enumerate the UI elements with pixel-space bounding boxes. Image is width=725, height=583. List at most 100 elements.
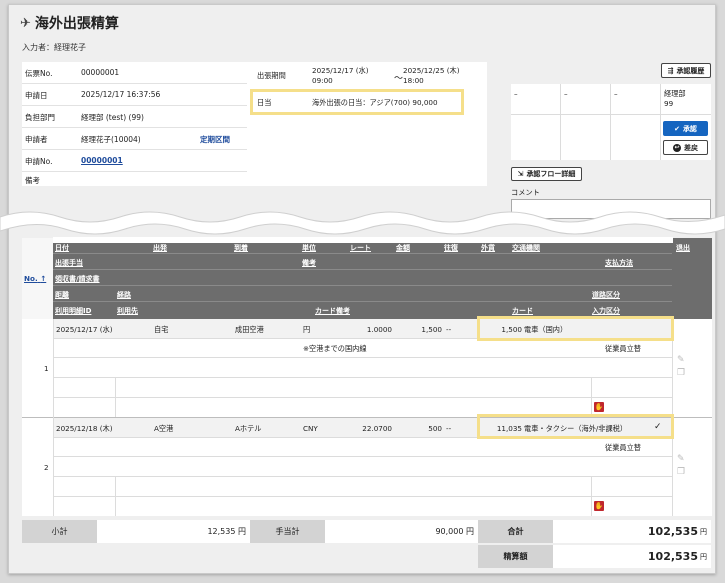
hdr-note[interactable]: 備考 [302, 258, 316, 268]
approval-history-label: 承認履歴 [676, 66, 705, 75]
edit-pencil-icon[interactable]: ✎ [677, 355, 685, 365]
copy-icon[interactable]: ❐ [677, 368, 685, 378]
period-label: 出張期間 [257, 71, 286, 80]
flow-icon: ⇲ [517, 170, 524, 178]
approve-button[interactable]: ✔ 承認 [663, 121, 708, 136]
settlement-amount: 102,535 [647, 550, 698, 563]
receipt-stamp-icon[interactable]: ✋ [594, 501, 604, 511]
hdr-round[interactable]: 往復 [444, 243, 458, 253]
approver-3: – [614, 89, 618, 98]
hdr-rate[interactable]: レート [350, 243, 371, 253]
approve-label: 承認 [682, 124, 697, 133]
airplane-icon: ✈ [20, 15, 31, 31]
row2-unit: CNY [303, 424, 318, 433]
hdr-receipt[interactable]: 領収書/請求書 [55, 274, 100, 284]
row1-rate: 1.0000 [366, 325, 392, 334]
period-start: 2025/12/17 (水) [312, 66, 369, 75]
sort-up-icon: ↑ [40, 274, 47, 283]
row-line [53, 476, 672, 477]
row2-amount: 500 [428, 424, 442, 433]
row1-unit: 円 [303, 325, 311, 334]
return-icon: ↩ [673, 143, 681, 152]
row2-payment: 従業員立替 [605, 443, 641, 452]
hdr-detail-id[interactable]: 利用明細ID [55, 306, 91, 316]
info-value: 2025/12/17 16:37:56 [81, 90, 161, 99]
grid-line [660, 84, 661, 160]
period-separator: ～ [394, 74, 404, 84]
info-key: 申請No. [25, 157, 53, 166]
row-line [53, 456, 672, 457]
hdr-card-note[interactable]: カード備考 [315, 306, 350, 316]
info-key: 負担部門 [25, 113, 55, 122]
title-text: 海外出張精算 [34, 16, 119, 32]
allowance-label: 日当 [257, 98, 272, 107]
subtotal-label: 小計 [22, 520, 97, 543]
approver-2: – [564, 89, 568, 98]
hdr-card[interactable]: カード [512, 306, 533, 316]
hdr-foreign[interactable]: 外貨 [481, 243, 495, 253]
info-value: 経理部 (test) (99) [81, 113, 144, 122]
total-unit: 円 [700, 527, 707, 536]
approval-flow-label: 承認フロー詳細 [526, 170, 576, 178]
row-line [53, 397, 672, 398]
row2-total: 11,035 [496, 424, 522, 433]
hdr-distance[interactable]: 距離 [55, 290, 69, 300]
hdr-allowance[interactable]: 出張手当 [55, 258, 83, 268]
hdr-date[interactable]: 日付 [55, 243, 69, 253]
row1-round: -- [446, 325, 452, 334]
info-value: 経理花子(10004) [81, 135, 141, 144]
settlement-label: 精算額 [478, 545, 553, 568]
allowance-total-value: 90,000 円 [325, 520, 478, 543]
hdr-payment[interactable]: 支払方法 [605, 258, 633, 268]
approval-flow-button[interactable]: ⇲ 承認フロー詳細 [511, 167, 582, 181]
hdr-line [53, 301, 672, 302]
hdr-road-type[interactable]: 道路区分 [592, 290, 620, 300]
row1-total: 1,500 [501, 325, 522, 334]
info-key: 備考 [25, 176, 40, 185]
approver-dept: 経理部 [664, 89, 686, 98]
hdr-line [53, 285, 672, 286]
no-sort-header[interactable]: No. ↑ [24, 274, 46, 283]
hdr-amount[interactable]: 金額 [396, 243, 410, 253]
row1-note: ※空港までの国内線 [303, 344, 367, 353]
application-no-link[interactable]: 00000001 [81, 156, 123, 165]
approval-history-button[interactable]: ⇶ 承認履歴 [661, 63, 711, 78]
info-row-app-no: 申請No. 00000001 [22, 150, 247, 172]
info-value: 00000001 [81, 68, 120, 77]
row-line [53, 496, 672, 497]
hdr-transport[interactable]: 交通機関 [512, 243, 540, 253]
row1-date: 2025/12/17 (水) [56, 325, 113, 334]
row2-transport: 電車・タクシー（海外/非課税） [524, 424, 628, 433]
info-key: 伝票No. [25, 69, 53, 78]
hdr-input-type[interactable]: 入力区分 [592, 306, 620, 316]
row1-from: 自宅 [154, 325, 169, 334]
commuter-route-link[interactable]: 定期区間 [200, 134, 230, 145]
info-key: 申請日 [25, 91, 48, 100]
hdr-unit[interactable]: 単位 [302, 243, 316, 253]
info-row-date: 申請日 2025/12/17 16:37:56 [22, 84, 247, 106]
reject-button[interactable]: ↩ 差戻 [663, 140, 708, 155]
grid-line [560, 84, 561, 160]
hdr-from[interactable]: 出発 [153, 243, 167, 253]
col-line [591, 476, 592, 516]
no-label: No. [24, 274, 38, 283]
receipt-stamp-icon[interactable]: ✋ [594, 402, 604, 412]
hdr-route[interactable]: 経路 [117, 290, 131, 300]
hdr-exit[interactable]: 退出 [676, 243, 690, 253]
row1-transport: 電車（国内） [524, 325, 568, 334]
reject-label: 差戻 [684, 143, 698, 152]
allowance-total-label: 手当計 [250, 520, 325, 543]
hdr-to[interactable]: 到着 [234, 243, 248, 253]
row-line [53, 357, 672, 358]
total-amount: 102,535 [647, 525, 698, 538]
hdr-vendor[interactable]: 利用先 [117, 306, 138, 316]
page-title: ✈ 海外出張精算 [20, 13, 119, 33]
copy-icon[interactable]: ❐ [677, 467, 685, 477]
info-key: 申請者 [25, 135, 48, 144]
row-number: 2 [44, 463, 49, 472]
subtotal-value: 12,535 円 [97, 520, 250, 543]
edit-pencil-icon[interactable]: ✎ [677, 454, 685, 464]
row2-to: Aホテル [235, 424, 262, 433]
col-line [115, 476, 116, 516]
hdr-line [53, 253, 672, 254]
